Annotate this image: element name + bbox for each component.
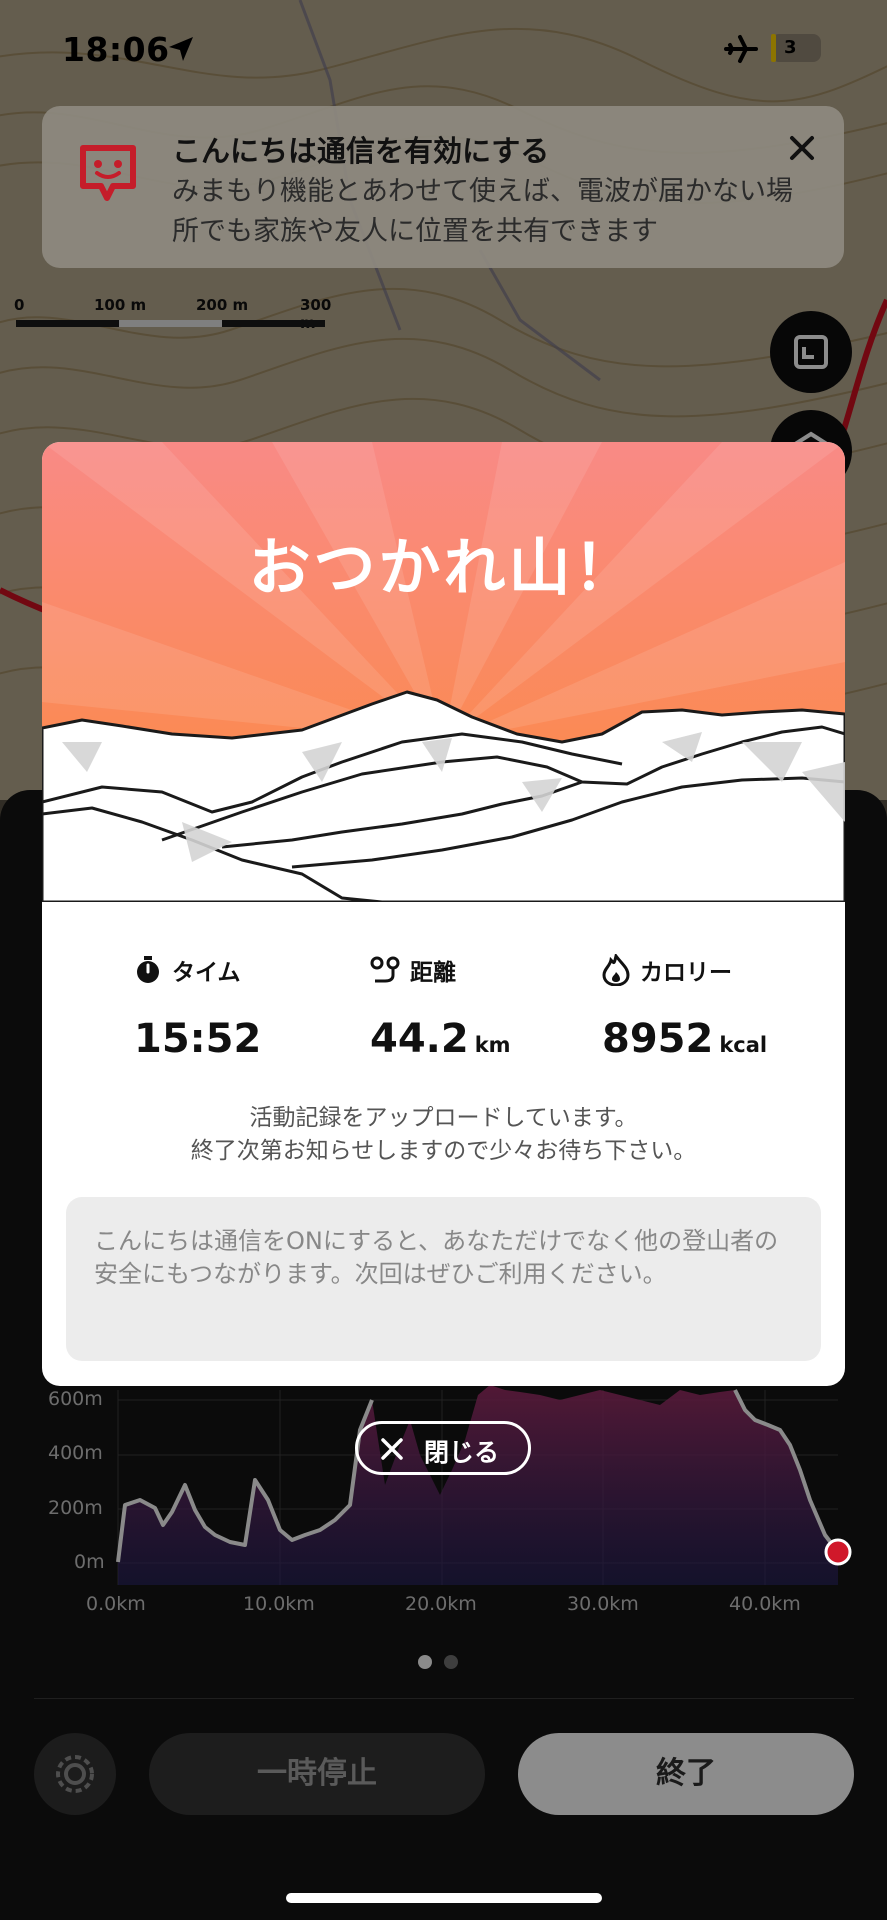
upload-message: 活動記録をアップロードしています。 終了次第お知らせしますので少々お待ち下さい。	[42, 1102, 845, 1168]
banner-body: みまもり機能とあわせて使えば、電波が届かない場所でも家族や友人に位置を共有できま…	[172, 176, 793, 247]
stat-value: 8952	[602, 1016, 714, 1062]
stat-time: タイム 15:52	[134, 950, 394, 1062]
route-icon	[370, 956, 400, 983]
app-icon	[80, 145, 136, 201]
stat-label: タイム	[172, 960, 241, 986]
upload-message-line: 終了次第お知らせしますので少々お待ち下さい。	[190, 1138, 697, 1164]
info-note: こんにちは通信をONにすると、あなただけでなく他の登山者の安全にもつながります。…	[66, 1197, 821, 1361]
stat-unit: km	[474, 1033, 511, 1057]
y-axis-label: 0m	[74, 1551, 105, 1573]
current-position-marker	[824, 1538, 852, 1566]
stat-value: 44.2	[370, 1016, 469, 1062]
close-icon[interactable]	[782, 128, 822, 168]
card-title: おつかれ山！	[248, 531, 639, 604]
pause-button[interactable]: 一時停止	[149, 1733, 485, 1815]
x-axis-label: 30.0km	[567, 1593, 639, 1615]
page-indicator[interactable]	[418, 1654, 470, 1673]
x-axis-label: 40.0km	[729, 1593, 801, 1615]
close-modal-button[interactable]: 閉じる	[355, 1421, 531, 1475]
notification-banner[interactable]: こんにちは通信を有効にする みまもり機能とあわせて使えば、電波が届かない場所でも…	[42, 106, 844, 268]
stat-value: 15:52	[134, 1016, 262, 1062]
flame-icon	[602, 954, 630, 986]
banner-title: こんにちは通信を有効にする	[172, 134, 550, 168]
close-modal-label: 閉じる	[424, 1438, 500, 1467]
home-indicator[interactable]	[286, 1893, 602, 1903]
mountain-illustration	[42, 442, 845, 902]
stat-unit: kcal	[719, 1033, 768, 1057]
info-note-text: こんにちは通信をONにすると、あなただけでなく他の登山者の安全にもつながります。…	[94, 1227, 779, 1288]
activity-stats: タイム 15:52 距離 44.2 km カロリー 8952 kcal	[42, 950, 845, 1080]
y-axis-label: 400m	[48, 1442, 103, 1464]
upload-message-line: 活動記録をアップロードしています。	[249, 1105, 638, 1131]
stopwatch-icon	[137, 956, 159, 983]
y-axis-label: 600m	[48, 1388, 103, 1410]
end-button[interactable]: 終了	[518, 1733, 854, 1815]
y-axis-label: 200m	[48, 1497, 103, 1519]
x-axis-label: 20.0km	[405, 1593, 477, 1615]
stat-label: カロリー	[640, 960, 732, 986]
stat-label: 距離	[410, 960, 456, 986]
page-dot[interactable]	[444, 1655, 458, 1669]
stat-distance: 距離 44.2 km	[370, 950, 630, 1062]
gear-icon	[56, 1755, 94, 1793]
completion-modal: おつかれ山！ タイム 15:52 距離 44.2 km カロリー 8952 kc…	[42, 442, 845, 1386]
page-dot-active[interactable]	[418, 1655, 432, 1669]
stat-calories: カロリー 8952 kcal	[602, 950, 845, 1062]
settings-button[interactable]	[34, 1733, 116, 1815]
x-axis-label: 0.0km	[86, 1593, 146, 1615]
divider	[34, 1698, 854, 1699]
close-icon	[381, 1438, 403, 1460]
x-axis-label: 10.0km	[243, 1593, 315, 1615]
